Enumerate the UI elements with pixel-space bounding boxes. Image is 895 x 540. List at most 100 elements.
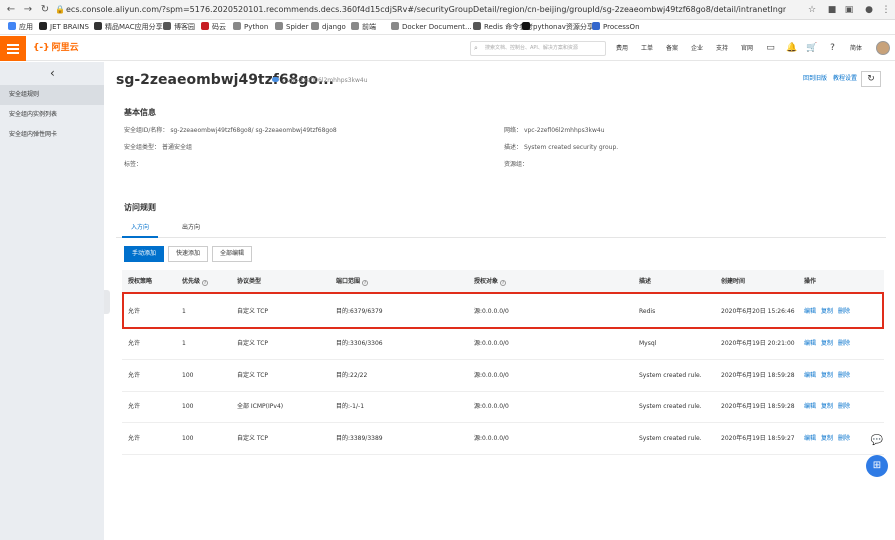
bookmark-item[interactable]: 精品MAC应用分享	[94, 22, 163, 33]
bell-icon[interactable]: 🔔	[786, 43, 797, 54]
bookmark-icon	[233, 22, 241, 30]
cell-source: 源:0.0.0.0/0	[474, 308, 509, 315]
cart-icon[interactable]: 🛒	[806, 43, 817, 54]
delete-button[interactable]: 删除	[838, 339, 850, 349]
quick-add-button[interactable]: 快速添加	[168, 246, 208, 262]
top-link-official[interactable]: 官网	[741, 44, 753, 54]
old-version-link[interactable]: 回到旧版	[803, 74, 827, 84]
url-field[interactable]: ecs.console.aliyun.com/?spm=5176.2020520…	[66, 4, 786, 16]
cell-policy: 允许	[128, 403, 141, 410]
delete-button[interactable]: 删除	[838, 402, 850, 412]
cell-source: 源:0.0.0.0/0	[474, 434, 509, 442]
sidebar-item-eni[interactable]: 安全组内弹性网卡	[0, 125, 104, 145]
star-icon[interactable]: ☆	[806, 4, 818, 16]
top-link-ticket[interactable]: 工单	[641, 44, 653, 54]
help-icon[interactable]: ?	[362, 280, 369, 286]
sidebar-collapse-handle[interactable]	[104, 290, 110, 314]
copy-button[interactable]: 复制	[821, 307, 833, 317]
manual-add-button[interactable]: 手动添加	[124, 246, 164, 262]
tab-outbound[interactable]: 出方向	[174, 220, 208, 238]
top-link-enterprise[interactable]: 企业	[691, 44, 703, 54]
extension-icon[interactable]: ■	[826, 4, 838, 16]
help-icon[interactable]: ?	[202, 280, 209, 286]
help-icon[interactable]: ?	[827, 43, 838, 54]
cell-protocol: 自定义 TCP	[237, 371, 269, 379]
info-tags: 标签：	[124, 161, 143, 168]
copy-button[interactable]: 复制	[821, 402, 833, 412]
copy-button[interactable]: 复制	[821, 339, 833, 349]
delete-button[interactable]: 删除	[838, 307, 850, 317]
bookmark-item[interactable]: Docker Document...	[391, 22, 472, 33]
edit-button[interactable]: 编辑	[804, 307, 816, 317]
top-link-icp[interactable]: 备案	[666, 44, 678, 54]
sidebar-item-rules[interactable]: 安全组规则	[0, 85, 104, 105]
copy-button[interactable]: 复制	[821, 371, 833, 381]
bookmark-item[interactable]: ProcessOn	[592, 22, 640, 33]
aliyun-logo[interactable]: {-} 阿里云	[33, 42, 79, 55]
cell-created: 2020年6月19日 18:59:28	[721, 403, 795, 410]
bookmark-item[interactable]: JET BRAINS	[39, 22, 89, 33]
bookmark-icon	[94, 22, 102, 30]
table-row: 允许 100 自定义 TCP 目的:3389/3389 源:0.0.0.0/0 Syste…	[122, 424, 884, 455]
delete-button[interactable]: 删除	[838, 434, 850, 444]
top-link-support[interactable]: 支持	[716, 44, 728, 54]
bookmark-label: 前端	[362, 23, 376, 31]
bookmark-item[interactable]: pythonav资源分享	[522, 22, 594, 33]
bookmark-item[interactable]: 博客园	[163, 22, 195, 33]
back-arrow-icon[interactable]: ‹	[50, 66, 62, 80]
bookmark-icon	[351, 22, 359, 30]
table-row: 允许 1 自定义 TCP 目的:3306/3306 源:0.0.0.0/0 Mysql 20…	[122, 329, 884, 360]
info-description: 描述： System created security group.	[504, 144, 619, 151]
cell-description: System created rule.	[639, 403, 702, 410]
cell-priority: 1	[182, 340, 186, 347]
edit-button[interactable]: 编辑	[804, 402, 816, 412]
bookmarks-bar: 应用 JET BRAINS 精品MAC应用分享 博客园 码云 Python Spider dj…	[0, 20, 895, 35]
bookmark-icon	[8, 22, 16, 30]
lock-icon: 🔒	[55, 5, 65, 14]
cell-description: System created rule.	[639, 434, 702, 442]
profile-icon[interactable]: ●	[863, 4, 875, 16]
forward-icon[interactable]: →	[22, 4, 34, 16]
search-input[interactable]: 搜索文档、控制台、API、解决方案和资源	[470, 41, 606, 56]
bookmark-item[interactable]: Python	[233, 22, 268, 33]
chat-icon[interactable]: 💬	[866, 430, 888, 452]
bookmark-icon	[522, 22, 530, 30]
bookmark-item[interactable]: 应用	[8, 22, 33, 33]
copy-button[interactable]: 复制	[821, 434, 833, 444]
cloud-shell-icon[interactable]: ▭	[765, 43, 776, 54]
hamburger-menu-icon[interactable]	[0, 36, 26, 61]
edit-button[interactable]: 编辑	[804, 339, 816, 349]
access-rules-title: 访问规则	[124, 203, 156, 212]
bookmark-item[interactable]: django	[311, 22, 346, 33]
bookmark-label: 精品MAC应用分享	[105, 23, 163, 31]
edit-button[interactable]: 编辑	[804, 434, 816, 444]
refresh-button[interactable]: ↻	[861, 71, 881, 87]
language-switch[interactable]: 简体	[850, 44, 862, 54]
info-sg-type: 安全组类型： 普通安全组	[124, 144, 192, 151]
table-header: 授权策略 优先级? 协议类型 端口范围? 授权对象? 描述 创建时间 操作	[122, 270, 884, 292]
bookmark-icon	[201, 22, 209, 30]
tutorial-settings-link[interactable]: 教程设置	[833, 74, 857, 84]
edit-all-button[interactable]: 全部编辑	[212, 246, 252, 262]
bookmark-item[interactable]: 码云	[201, 22, 226, 33]
browser-address-bar: ← → ↻ 🔒 ecs.console.aliyun.com/?spm=5176…	[0, 0, 895, 20]
apps-grid-icon[interactable]: ⊞	[866, 455, 888, 477]
menu-icon[interactable]: ⋮	[880, 4, 892, 16]
cell-priority: 100	[182, 371, 194, 379]
sidebar-item-instances[interactable]: 安全组内实例列表	[0, 105, 104, 125]
back-icon[interactable]: ←	[5, 4, 17, 16]
reload-icon[interactable]: ↻	[39, 4, 51, 16]
delete-button[interactable]: 删除	[838, 371, 850, 381]
bookmark-item[interactable]: Spider	[275, 22, 308, 33]
cell-port: 目的:6379/6379	[336, 308, 383, 315]
help-icon[interactable]: ?	[500, 280, 507, 286]
edit-button[interactable]: 编辑	[804, 371, 816, 381]
cell-port: 目的:-1/-1	[336, 403, 365, 410]
tab-inbound[interactable]: 入方向	[122, 220, 158, 238]
bookmark-icon	[311, 22, 319, 30]
extension-icon[interactable]: ▣	[843, 4, 855, 16]
console-topbar: {-} 阿里云 搜索文档、控制台、API、解决方案和资源 ⌕ 费用 工单 备案 企…	[0, 36, 895, 61]
bookmark-item[interactable]: 前端	[351, 22, 376, 33]
avatar[interactable]	[876, 41, 890, 55]
top-link-billing[interactable]: 费用	[616, 44, 628, 54]
